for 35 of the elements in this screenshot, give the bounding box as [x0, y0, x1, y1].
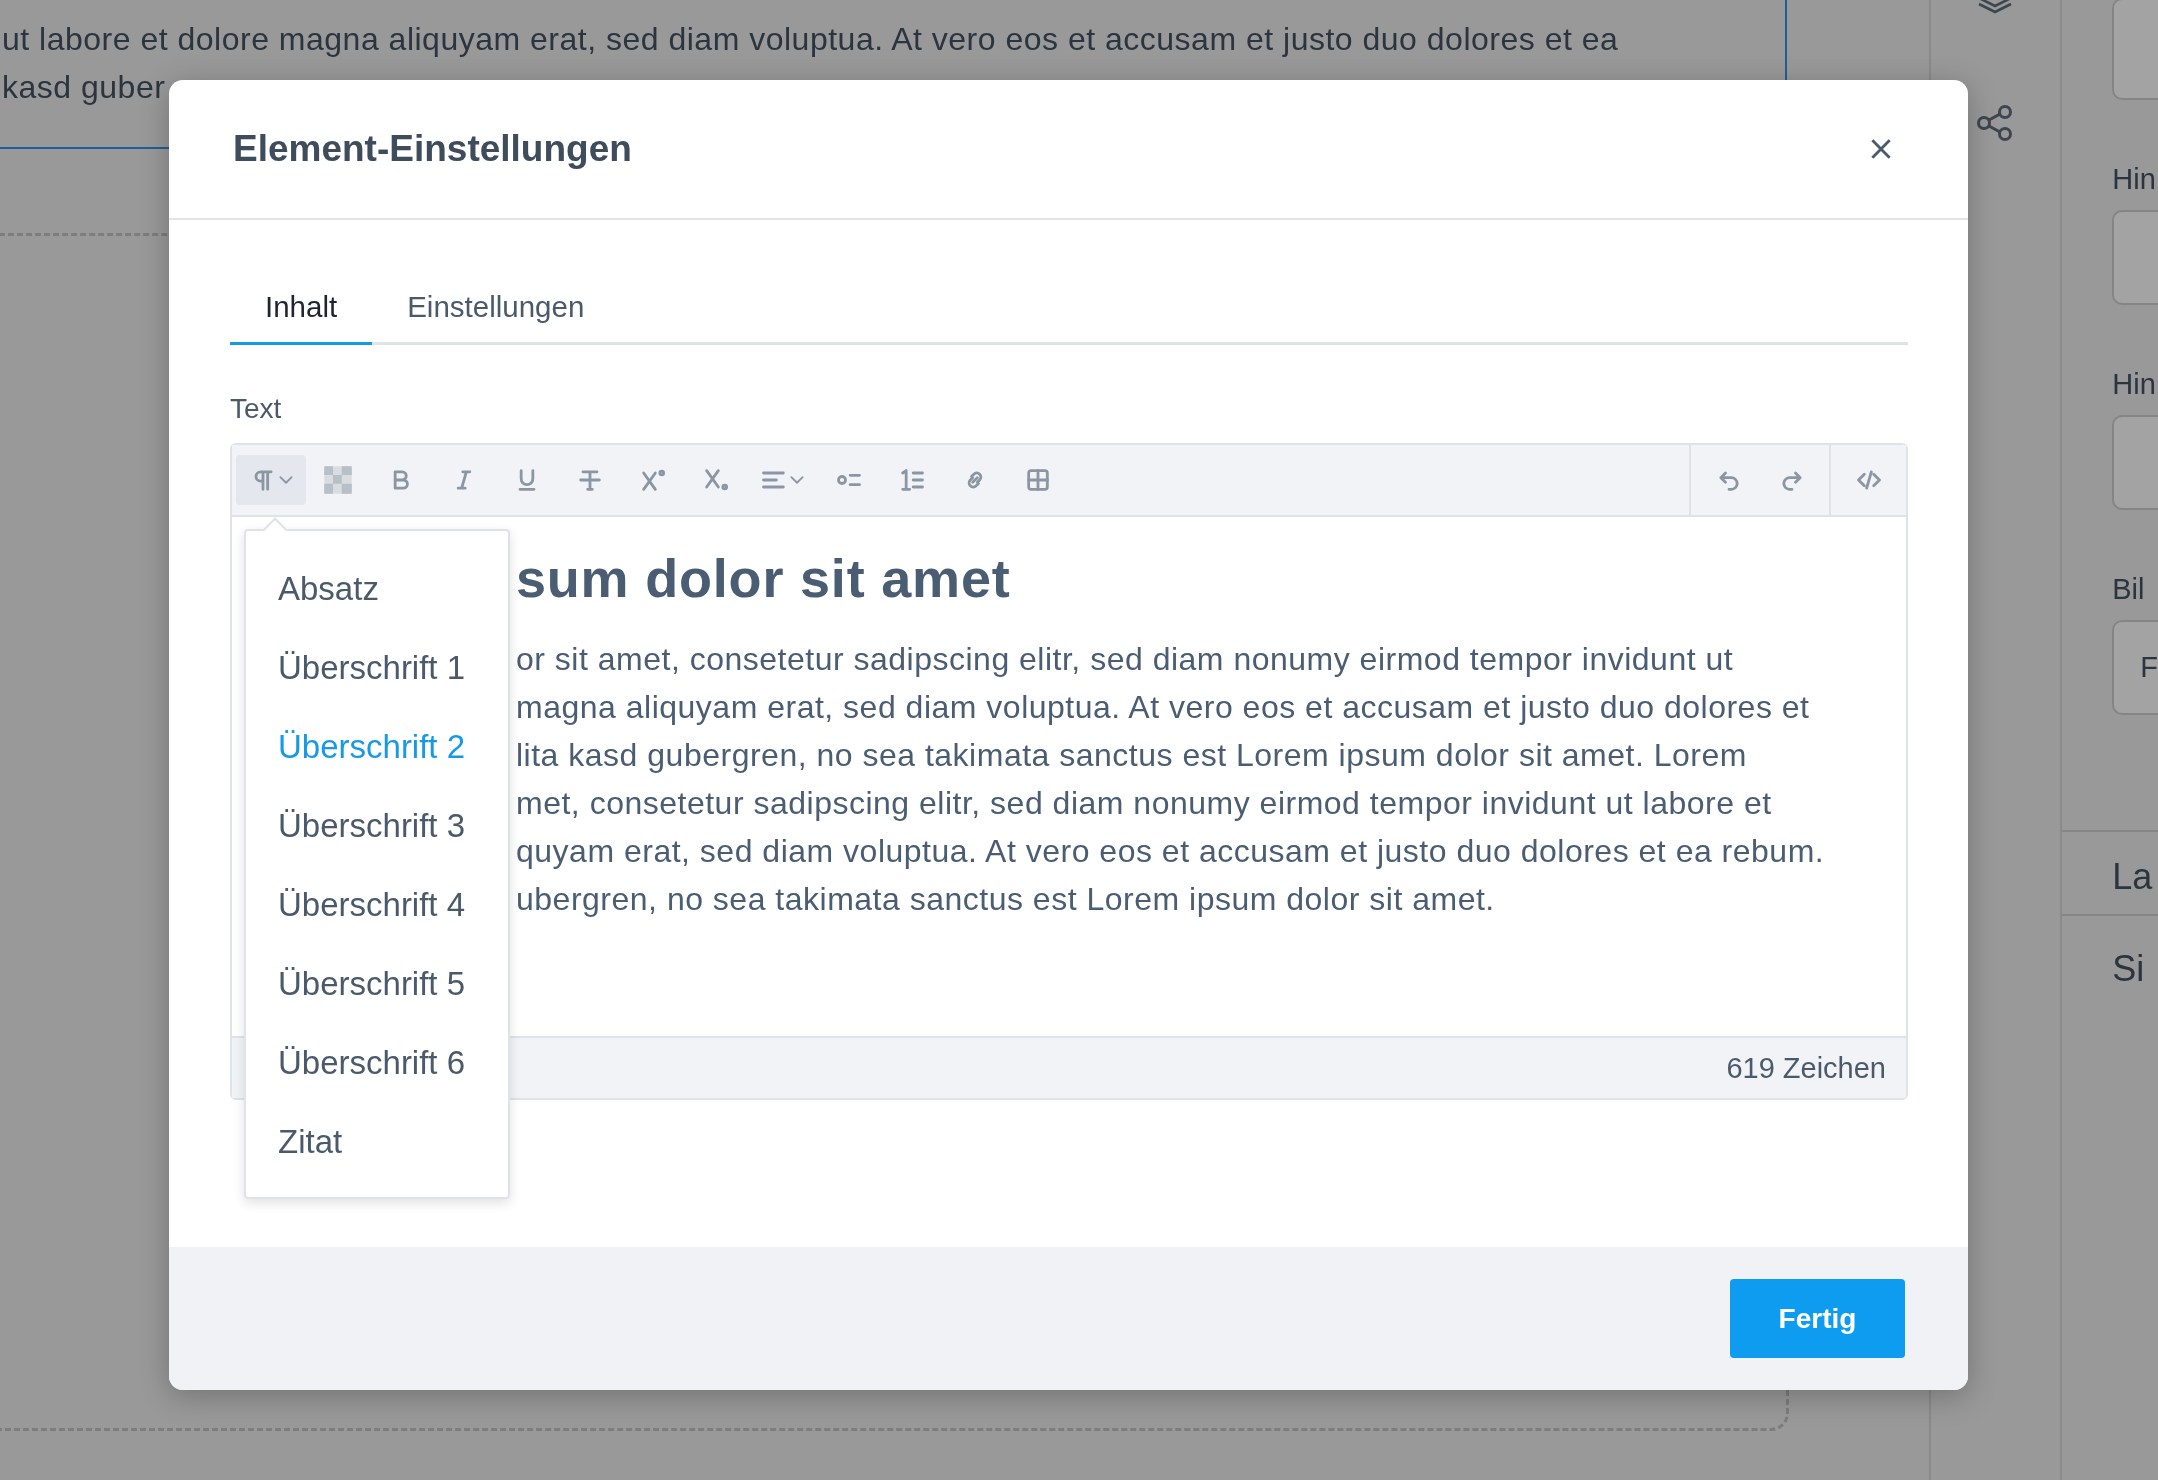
field-label: Text: [230, 392, 283, 426]
caret-icon: [790, 475, 804, 485]
character-count: 619 Zeichen: [1726, 1051, 1886, 1085]
format-menu-item[interactable]: Überschrift 1: [246, 628, 508, 707]
editor-text-line: lita kasd gubergren, no sea takimata sanctus est Lorem ipsum dolor sit amet. Lorem: [516, 736, 1748, 775]
editor-text-line: magna aliquyam erat, sed diam voluptua. At vero eos et accusam et justo duo dolores et: [516, 688, 1811, 727]
format-menu-item[interactable]: Überschrift 6: [246, 1023, 508, 1102]
page-text: kasd guber: [2, 68, 167, 107]
section-heading[interactable]: La: [2112, 856, 2153, 897]
editor-text-line: met, consetetur sadipscing elitr, sed diam nonumy eirmod tempor invidunt ut labore et: [516, 784, 1773, 823]
format-menu-item[interactable]: Überschrift 3: [246, 786, 508, 865]
dialog-title: Element-Einstellungen: [233, 128, 632, 170]
page-text: ut labore et dolore magna aliquyam erat, sed diam voluptua. At vero eos et accusam et justo duo dolores et ea: [2, 20, 1620, 59]
format-menu-item[interactable]: Überschrift 5: [246, 944, 508, 1023]
field-label: Hin: [2112, 163, 2157, 196]
panel-button[interactable]: F: [2112, 620, 2158, 715]
tab[interactable]: Inhalt: [230, 276, 373, 345]
editor-text-line: ubergren, no sea takimata sanctus est Lorem ipsum dolor sit amet.: [516, 880, 1496, 919]
editor-text-line: or sit amet, consetetur sadipscing elitr, sed diam nonumy eirmod tempor invidunt ut: [516, 640, 1735, 679]
format-menu-item[interactable]: Überschrift 4: [246, 865, 508, 944]
image-field[interactable]: [2112, 210, 2158, 305]
layers-icon[interactable]: [1977, 0, 2014, 14]
format-menu-item[interactable]: Absatz: [246, 549, 508, 628]
image-field[interactable]: [2112, 415, 2158, 510]
caret-icon: [279, 475, 293, 485]
editor-heading: sum dolor sit amet: [516, 547, 1012, 610]
format-menu-item[interactable]: Zitat: [246, 1102, 508, 1181]
input-field[interactable]: [2112, 0, 2158, 100]
field-label: Bil: [2112, 573, 2146, 606]
tab[interactable]: Einstellungen: [372, 276, 620, 345]
checkerboard-icon: [322, 465, 353, 495]
section-heading[interactable]: Si: [2112, 948, 2145, 989]
editor-text-line: quyam erat, sed diam voluptua. At vero eos et accusam et justo duo dolores et ea rebum.: [516, 832, 1826, 871]
paragraph-format-button[interactable]: [236, 455, 306, 505]
field-label: Hin: [2112, 368, 2157, 401]
